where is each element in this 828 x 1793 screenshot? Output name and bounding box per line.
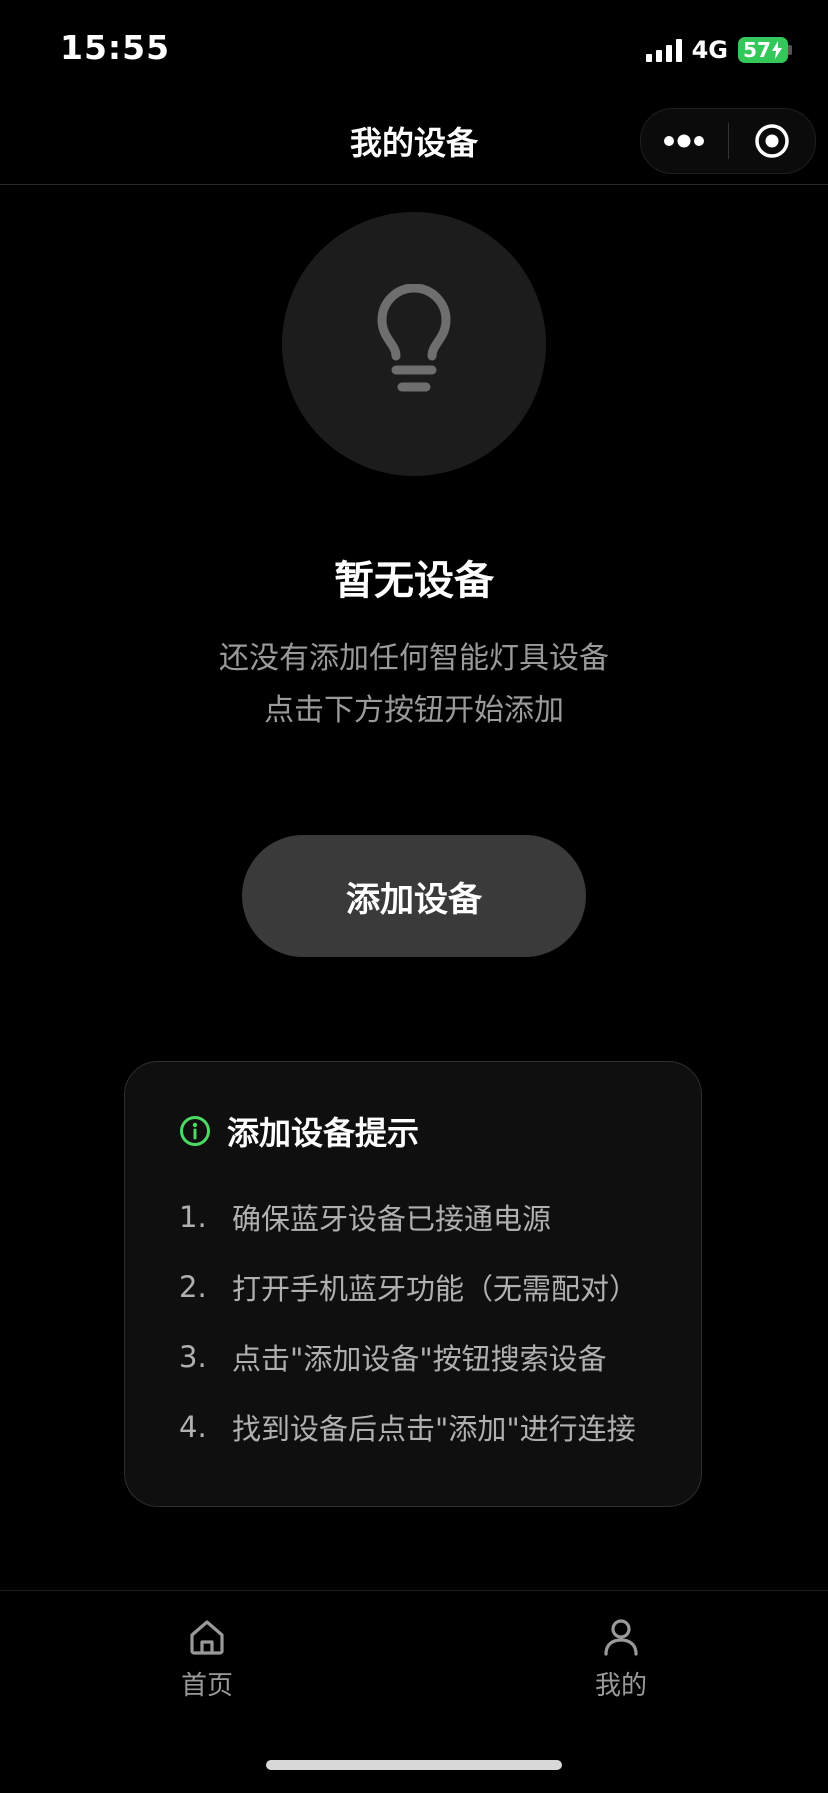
tip-item: 2. 打开手机蓝牙功能（无需配对） [179, 1252, 701, 1322]
tip-text: 找到设备后点击"添加"进行连接 [232, 1412, 636, 1446]
tip-text: 确保蓝牙设备已接通电源 [232, 1202, 552, 1236]
empty-state-description-line2: 点击下方按钮开始添加 [264, 693, 564, 728]
info-icon [180, 1116, 210, 1146]
miniprogram-capsule [640, 108, 816, 174]
empty-state-icon-circle [282, 212, 546, 476]
target-circle-icon [755, 124, 789, 158]
battery-percent: 57 [743, 38, 771, 62]
battery-cap [788, 45, 792, 55]
tab-home[interactable]: 首页 [137, 1617, 277, 1702]
tip-item: 3. 点击"添加设备"按钮搜索设备 [179, 1322, 701, 1392]
tips-title: 添加设备提示 [227, 1114, 420, 1152]
signal-icon [645, 38, 682, 62]
more-dots-icon [664, 134, 705, 148]
tip-item: 4. 找到设备后点击"添加"进行连接 [179, 1392, 701, 1462]
tab-mine[interactable]: 我的 [551, 1617, 691, 1702]
battery-icon: 57 [738, 37, 792, 63]
tip-text: 打开手机蓝牙功能（无需配对） [232, 1272, 639, 1306]
tips-header: 添加设备提示 [179, 1110, 701, 1152]
lightbulb-icon [377, 284, 451, 392]
empty-state-description-line1: 还没有添加任何智能灯具设备 [219, 641, 609, 676]
battery-level: 57 [738, 37, 788, 63]
empty-state-description: 还没有添加任何智能灯具设备 点击下方按钮开始添加 [0, 633, 828, 737]
tab-home-label: 首页 [180, 1671, 233, 1701]
more-button[interactable] [641, 109, 728, 173]
home-icon [190, 1620, 224, 1655]
status-time: 15:55 [60, 28, 171, 67]
empty-state-title: 暂无设备 [334, 558, 494, 604]
navigation-bar: 我的设备 [0, 96, 828, 185]
tip-text: 点击"添加设备"按钮搜索设备 [232, 1342, 607, 1376]
charging-bolt-icon [771, 41, 782, 59]
tip-item: 1. 确保蓝牙设备已接通电源 [179, 1182, 701, 1252]
tip-number: 4. [179, 1410, 207, 1444]
add-device-button[interactable]: 添加设备 [242, 835, 586, 957]
tips-list: 1. 确保蓝牙设备已接通电源 2. 打开手机蓝牙功能（无需配对） 3. 点击"添… [179, 1182, 701, 1462]
tip-number: 2. [179, 1270, 207, 1304]
close-miniprogram-button[interactable] [729, 109, 816, 173]
tips-card: 添加设备提示 1. 确保蓝牙设备已接通电源 2. 打开手机蓝牙功能（无需配对） … [124, 1061, 702, 1507]
user-icon [604, 1619, 638, 1656]
tip-number: 1. [179, 1200, 207, 1234]
tab-mine-label: 我的 [594, 1671, 647, 1701]
network-type: 4G [691, 36, 728, 64]
tip-number: 3. [179, 1340, 207, 1374]
home-indicator[interactable] [266, 1760, 562, 1770]
status-indicators: 4G 57 [645, 36, 792, 64]
status-bar: 15:55 4G 57 [0, 0, 828, 96]
